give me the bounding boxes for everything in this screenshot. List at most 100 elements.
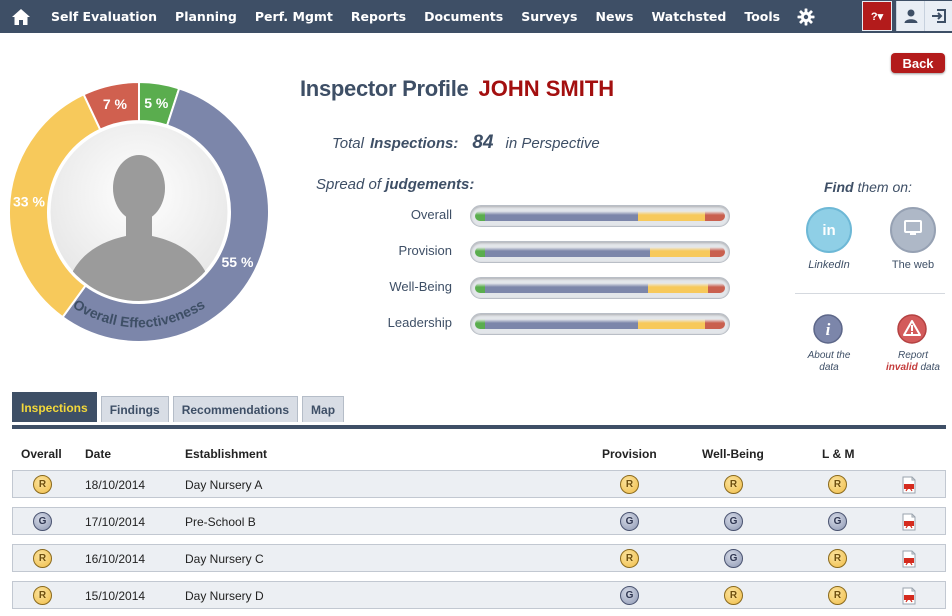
total-label: Inspections: — [369, 135, 459, 152]
nav-documents[interactable]: Documents — [415, 9, 512, 24]
bar-segment-red — [705, 211, 725, 221]
monitor-icon — [903, 219, 923, 242]
divider — [795, 293, 945, 294]
bar-segment-red — [710, 247, 725, 257]
overall-grade-badge: R — [33, 549, 52, 568]
nav-news[interactable]: News — [587, 9, 643, 24]
overall-grade-badge: R — [33, 475, 52, 494]
spread-prefix: Spread of — [316, 176, 382, 193]
linkedin-icon: in — [822, 221, 836, 239]
overall-grade-badge: G — [33, 512, 52, 531]
judgement-row-wellbeing: Well-Being — [330, 277, 730, 299]
provision-grade-badge: R — [620, 475, 639, 494]
gear-icon[interactable] — [797, 8, 815, 26]
date-cell: 18/10/2014 — [85, 478, 146, 492]
nav-self-evaluation[interactable]: Self Evaluation — [42, 9, 166, 24]
help-dropdown-button[interactable]: ?▾ — [862, 1, 892, 31]
table-row[interactable]: R 15/10/2014 Day Nursery D G R R — [12, 581, 946, 609]
linkedin-button[interactable]: in — [806, 207, 852, 253]
table-row[interactable]: R 16/10/2014 Day Nursery C R G R — [12, 544, 946, 572]
bar-segment-green — [475, 211, 485, 221]
establishment-cell: Day Nursery C — [185, 552, 264, 566]
pdf-icon[interactable] — [901, 476, 917, 494]
table-row[interactable]: R 18/10/2014 Day Nursery A R R R — [12, 470, 946, 498]
info-icon[interactable]: i — [813, 314, 843, 344]
judgement-bar — [470, 241, 730, 263]
tab-inspections[interactable]: Inspections — [12, 392, 97, 422]
nav-perf-mgmt[interactable]: Perf. Mgmt — [246, 9, 342, 24]
wellbeing-grade-badge: G — [724, 512, 743, 531]
overall-grade-badge: R — [33, 586, 52, 605]
table-row[interactable]: G 17/10/2014 Pre-School B G G G — [12, 507, 946, 535]
wellbeing-grade-badge: G — [724, 549, 743, 568]
web-button[interactable] — [890, 207, 936, 253]
col-establishment[interactable]: Establishment — [185, 447, 267, 461]
tab-findings[interactable]: Findings — [100, 396, 169, 422]
provision-grade-badge: G — [620, 586, 639, 605]
back-button[interactable]: Back — [891, 53, 945, 73]
judgement-row-leadership: Leadership — [330, 313, 730, 335]
bar-segment-blue — [485, 319, 638, 329]
top-right-controls: ?▾ — [862, 0, 952, 33]
date-cell: 17/10/2014 — [85, 515, 146, 529]
nav-surveys[interactable]: Surveys — [512, 9, 586, 24]
establishment-cell: Pre-School B — [185, 515, 256, 529]
tab-bar: Inspections Findings Recommendations Map — [12, 392, 348, 422]
bar-segment-yellow — [647, 283, 708, 293]
find-label: them on: — [857, 179, 912, 195]
logout-icon[interactable] — [924, 1, 952, 31]
bar-segment-green — [475, 283, 485, 293]
pdf-icon[interactable] — [901, 513, 917, 531]
date-cell: 15/10/2014 — [85, 589, 146, 603]
judgement-label: Leadership — [387, 315, 452, 330]
col-date[interactable]: Date — [85, 447, 111, 461]
profile-title-label: Inspector Profile — [300, 76, 469, 101]
nav-planning[interactable]: Planning — [166, 9, 246, 24]
bar-segment-red — [707, 283, 725, 293]
judgement-label: Well-Being — [389, 279, 452, 294]
inspector-name: JOHN SMITH — [478, 76, 615, 101]
bar-segment-blue — [485, 211, 638, 221]
spread-label: judgements: — [385, 176, 475, 193]
col-overall[interactable]: Overall — [21, 447, 62, 461]
nav-tools[interactable]: Tools — [735, 9, 789, 24]
bar-segment-blue — [485, 247, 650, 257]
spread-heading: Spread of judgements: — [316, 176, 474, 193]
bar-segment-yellow — [637, 319, 705, 329]
provision-grade-badge: R — [620, 549, 639, 568]
report-invalid-data-label[interactable]: Report invalid data — [878, 350, 948, 374]
col-provision[interactable]: Provision — [602, 447, 657, 461]
pdf-icon[interactable] — [901, 550, 917, 568]
total-prefix: Total — [332, 135, 364, 152]
donut-slice-label: 7 % — [103, 96, 128, 112]
user-icon[interactable] — [896, 1, 924, 31]
nav-reports[interactable]: Reports — [342, 9, 415, 24]
pdf-icon[interactable] — [901, 587, 917, 605]
tab-recommendations[interactable]: Recommendations — [172, 396, 299, 422]
provision-grade-badge: G — [620, 512, 639, 531]
find-them-on-heading: Find them on: — [824, 179, 912, 195]
bar-segment-yellow — [637, 211, 705, 221]
tab-map[interactable]: Map — [302, 396, 345, 422]
donut-slice-label: 5 % — [144, 95, 169, 111]
col-lm[interactable]: L & M — [822, 447, 854, 461]
col-wellbeing[interactable]: Well-Being — [702, 447, 764, 461]
bar-segment-red — [705, 319, 725, 329]
bar-segment-yellow — [650, 247, 710, 257]
lm-grade-badge: R — [828, 475, 847, 494]
judgement-bar — [470, 313, 730, 335]
nav-watchsted[interactable]: Watchsted — [642, 9, 735, 24]
date-cell: 16/10/2014 — [85, 552, 146, 566]
bar-segment-blue — [485, 283, 648, 293]
judgement-bar — [470, 205, 730, 227]
home-icon[interactable] — [10, 6, 32, 28]
donut-slice-label: 55 % — [221, 254, 253, 270]
wellbeing-grade-badge: R — [724, 475, 743, 494]
judgement-bar — [470, 277, 730, 299]
warning-icon[interactable] — [897, 314, 927, 344]
linkedin-label: LinkedIn — [808, 259, 850, 271]
about-data-label: About the data — [807, 350, 851, 373]
establishment-cell: Day Nursery D — [185, 589, 264, 603]
svg-text:i: i — [826, 320, 831, 339]
judgement-row-overall: Overall — [330, 205, 730, 227]
